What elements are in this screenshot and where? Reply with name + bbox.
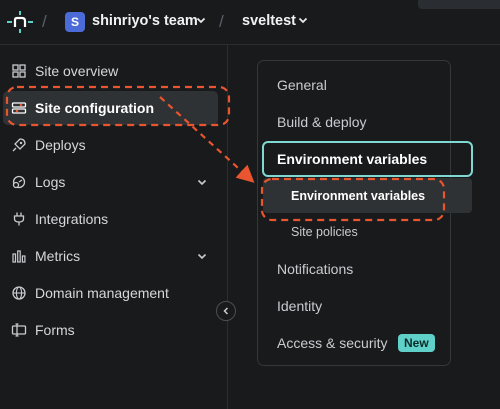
sidebar-item-label: Domain management <box>35 285 169 301</box>
chevron-down-icon[interactable] <box>196 250 208 262</box>
netlify-logo-icon[interactable] <box>6 10 34 34</box>
bar-chart-icon <box>12 250 26 263</box>
subnav-child-label: Environment variables <box>291 189 426 203</box>
breadcrumb-separator: / <box>219 12 224 31</box>
top-right-control[interactable] <box>418 0 500 9</box>
subnav-item-build-deploy[interactable]: Build & deploy <box>277 114 367 130</box>
globe-icon <box>12 286 26 300</box>
breadcrumb-separator: / <box>42 12 47 31</box>
chevron-down-icon[interactable] <box>195 14 207 26</box>
subnav-child-site-policies[interactable]: Site policies <box>291 225 358 239</box>
sidebar-item-metrics[interactable]: Metrics <box>3 239 218 273</box>
sidebar: Site overview Site configuration Deploys… <box>0 45 228 409</box>
sidebar-item-label: Integrations <box>35 211 109 227</box>
sidebar-item-label: Site overview <box>35 63 119 79</box>
config-icon <box>11 102 27 114</box>
sidebar-item-deploys[interactable]: Deploys <box>3 128 218 162</box>
team-avatar[interactable]: S <box>65 12 85 32</box>
subnav-item-general[interactable]: General <box>277 77 327 93</box>
sidebar-item-logs[interactable]: Logs <box>3 165 218 199</box>
sidebar-item-label: Site configuration <box>35 100 154 116</box>
chevron-left-icon <box>223 307 229 315</box>
sidebar-item-domain-management[interactable]: Domain management <box>3 276 218 310</box>
subnav-item-access-security[interactable]: Access & security <box>277 335 387 351</box>
top-bar: / S shinriyo's team / sveltest <box>0 0 500 44</box>
grid-icon <box>12 64 26 78</box>
collapse-sidebar-button[interactable] <box>216 301 236 321</box>
forms-icon <box>11 323 27 337</box>
sidebar-item-site-configuration[interactable]: Site configuration <box>3 91 218 125</box>
subnav-item-label: Environment variables <box>277 151 428 167</box>
plug-icon <box>13 212 25 226</box>
site-selector[interactable]: sveltest <box>242 13 296 29</box>
sidebar-item-label: Logs <box>35 174 66 190</box>
sidebar-item-label: Forms <box>35 322 75 338</box>
subnav-item-identity[interactable]: Identity <box>277 298 322 314</box>
subnav-item-notifications[interactable]: Notifications <box>277 261 353 277</box>
chevron-down-icon[interactable] <box>196 176 208 188</box>
sidebar-item-site-overview[interactable]: Site overview <box>3 54 218 88</box>
team-selector[interactable]: shinriyo's team <box>92 13 198 29</box>
sidebar-item-label: Deploys <box>35 137 86 153</box>
logs-icon <box>12 175 26 189</box>
sidebar-item-forms[interactable]: Forms <box>3 313 218 347</box>
chevron-down-icon[interactable] <box>297 14 309 26</box>
new-badge: New <box>398 334 435 352</box>
sidebar-item-label: Metrics <box>35 248 81 264</box>
sidebar-item-integrations[interactable]: Integrations <box>3 202 218 236</box>
settings-subnav <box>257 60 451 366</box>
rocket-icon <box>12 138 26 152</box>
